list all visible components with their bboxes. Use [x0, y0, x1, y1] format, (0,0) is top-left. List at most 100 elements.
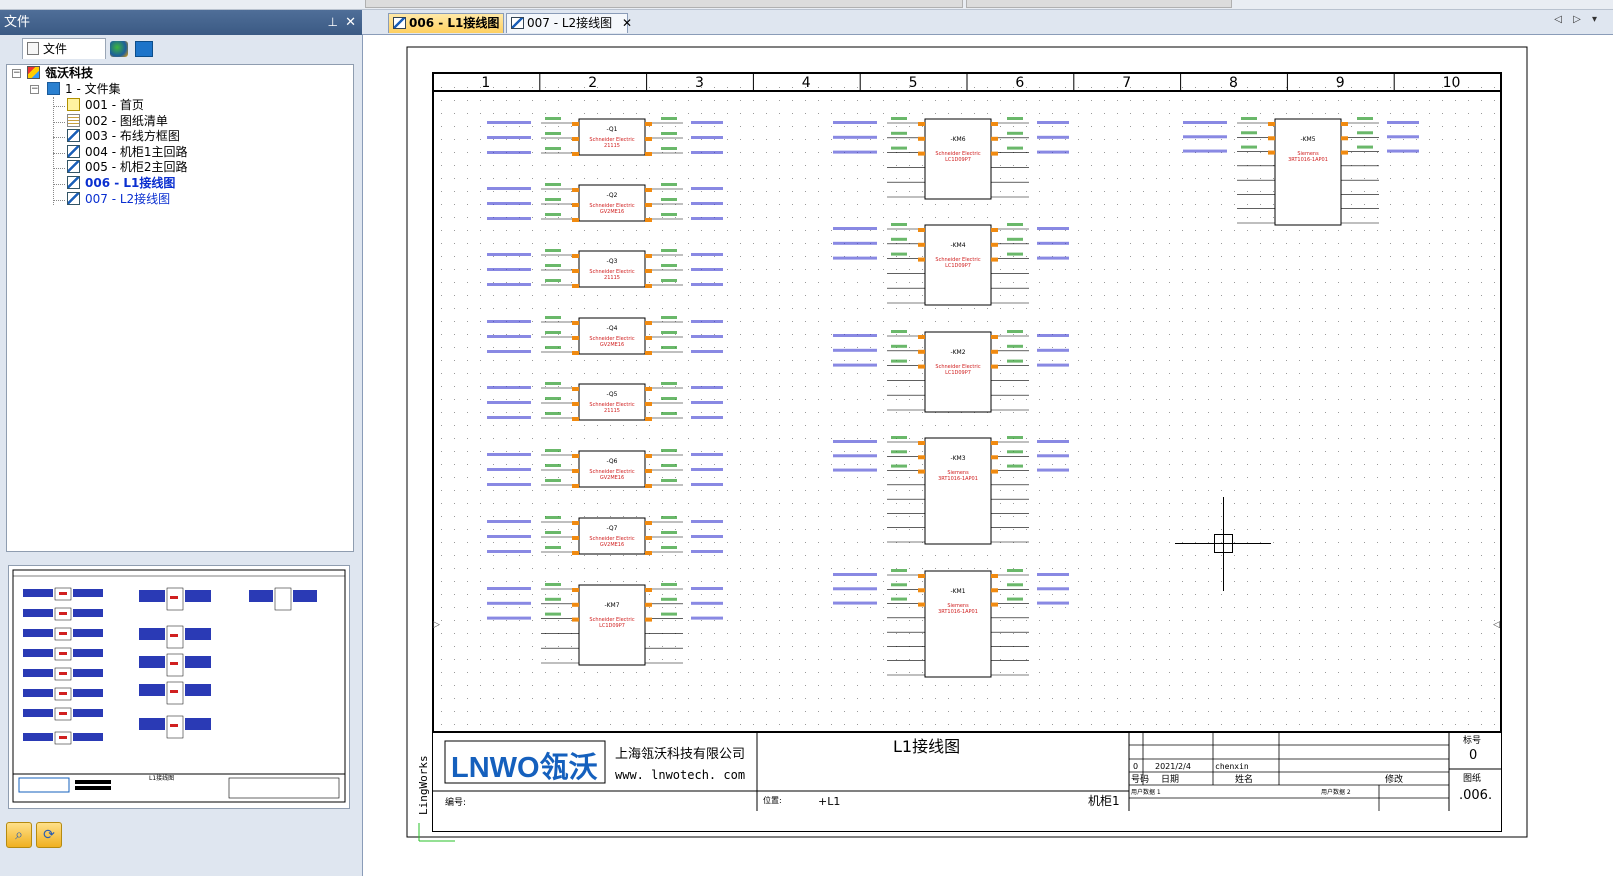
column-number: 9 [1336, 75, 1345, 91]
column-number: 1 [481, 75, 490, 91]
mark-label: 标号 [1463, 734, 1481, 746]
ribbon-button-insert[interactable] [365, 0, 963, 8]
refresh-icon: ⟳ [43, 827, 55, 843]
tree-collection-node[interactable]: 1 - 文件集 [47, 82, 121, 97]
schematic-sheet-icon [393, 17, 406, 29]
column-number: 2 [588, 75, 597, 91]
side-logo-text: LingWorks [417, 755, 430, 815]
component-tag: -Q1 [607, 126, 618, 133]
column-number: 5 [909, 75, 918, 91]
doc-tab-label: 006 - L1接线图 [409, 16, 500, 30]
tab-files-label: 文件 [43, 42, 68, 56]
sheet-value: .006. [1459, 788, 1492, 803]
rev-no: 0 [1133, 762, 1138, 771]
file-panel: 文件 ⊥ ✕ 文件 − 瓴沃科技 −1 - 文件集 001 - 首页 002 - 图纸清… [0, 10, 362, 876]
preview-drawing: L1接线图 [12, 569, 346, 803]
document-area: 006 - L1接线图 ✕ 007 - L2接线图 ✕ ◁ ▷ ▾ 1 2 3 4 5 6… [362, 10, 1613, 876]
tree-sheet-label: 005 - 机柜2主回路 [85, 160, 188, 175]
tree-sheet-item[interactable]: 005 - 机柜2主回路 [67, 160, 188, 175]
company-logo: LNWO瓴沃 [451, 750, 598, 784]
component-model: GV2ME16 [600, 342, 624, 348]
rev-header: 修改 [1385, 773, 1403, 785]
component-model: 21115 [604, 408, 620, 414]
component-tag: -Q4 [607, 325, 618, 332]
tree-root-node[interactable]: 瓴沃科技 [27, 66, 93, 81]
component-model: GV2ME16 [600, 475, 624, 481]
component-model: GV2ME16 [600, 542, 624, 548]
list-sheet-icon [67, 113, 80, 127]
component-model: 3RT1016-1AP01 [1288, 157, 1328, 163]
preview-zoom-button[interactable]: ⌕ [6, 822, 32, 848]
component-tag: -Q5 [607, 391, 618, 398]
component-model: LC1D09P7 [599, 623, 625, 629]
component-tag: -KM4 [950, 242, 965, 249]
user-data-2: 用户数据 2 [1321, 788, 1351, 796]
company-name: 上海瓴沃科技有限公司 [615, 747, 745, 762]
ribbon-remnant [0, 0, 1613, 10]
component-model: LC1D09P7 [945, 157, 971, 163]
panel-title: 文件 [4, 15, 31, 30]
doc-tab-007[interactable]: 007 - L2接线图 ✕ [506, 13, 632, 33]
schematic-sheet-icon [67, 191, 80, 205]
column-number: 7 [1122, 75, 1131, 91]
schematic-sheet-icon [511, 17, 524, 29]
tree-sheet-item[interactable]: 007 - L2接线图 [67, 191, 171, 207]
home-page-icon [67, 98, 80, 111]
tree-sheet-item[interactable]: 001 - 首页 [67, 98, 144, 113]
drawing-canvas[interactable]: 1 2 3 4 5 6 7 8 9 10 -Q1 Schneider Electric 21115 -Q… [362, 34, 1613, 876]
user-data-1: 用户数据 1 [1131, 788, 1161, 796]
document-tab-bar: 006 - L1接线图 ✕ 007 - L2接线图 ✕ ◁ ▷ ▾ [362, 10, 1613, 34]
rev-header: 姓名 [1235, 773, 1253, 785]
panel-title-bar: 文件 ⊥ ✕ [0, 10, 362, 35]
collapse-collection-icon[interactable]: − [30, 85, 39, 94]
doc-tab-006[interactable]: 006 - L1接线图 ✕ [388, 13, 520, 33]
column-number: 8 [1229, 75, 1238, 91]
tree-sheet-label: 003 - 布线方框图 [85, 129, 180, 144]
company-url: www. lnwotech. com [615, 768, 745, 782]
component-model: 21115 [604, 143, 620, 149]
component-model: LC1D09P7 [945, 263, 971, 269]
tree-root-label: 瓴沃科技 [45, 66, 94, 80]
component-tag: -Q2 [607, 192, 618, 199]
file-icon [27, 42, 39, 55]
schematic-sheet[interactable]: 1 2 3 4 5 6 7 8 9 10 -Q1Schneider Electric21115-Q… [363, 35, 1612, 875]
component-tag: -KM1 [950, 588, 965, 595]
tree-collection-label: 1 - 文件集 [65, 82, 121, 96]
component-tag: -KM5 [1300, 136, 1315, 143]
collapse-root-icon[interactable]: − [12, 69, 21, 78]
component-tag: -Q7 [607, 525, 618, 532]
rev-name: chenxin [1215, 762, 1249, 771]
close-icon[interactable]: ✕ [345, 10, 356, 35]
tab-files[interactable]: 文件 [22, 38, 106, 59]
panel-tabs: 文件 [0, 35, 362, 59]
pin-icon[interactable]: ⊥ [328, 10, 338, 35]
ribbon-button-change[interactable] [966, 0, 1232, 8]
component-model: GV2ME16 [600, 209, 624, 215]
tree-sheet-label: 006 - L1接线图 [85, 176, 176, 190]
rev-header: 日期 [1161, 774, 1179, 785]
component-tag: -KM7 [604, 602, 619, 609]
tab-components-icon[interactable] [110, 41, 128, 57]
component-model: 21115 [604, 275, 620, 281]
component-model: 3RT1016-1AP01 [938, 609, 978, 615]
tab-sheets-icon[interactable] [135, 41, 153, 57]
svg-text:◁: ◁ [1493, 620, 1500, 630]
component-tag: -Q3 [607, 258, 618, 265]
svg-text:▷: ▷ [433, 620, 440, 630]
preview-title: L1接线图 [149, 774, 174, 782]
sheet-preview: L1接线图 [8, 565, 350, 809]
cursor-pickbox [1214, 534, 1233, 553]
refresh-button[interactable]: ⟳ [36, 822, 62, 848]
project-tree[interactable]: − 瓴沃科技 −1 - 文件集 001 - 首页 002 - 图纸清单 003 - 布线方… [6, 64, 354, 552]
tree-sheet-label: 007 - L2接线图 [85, 191, 171, 206]
tree-sheet-label: 001 - 首页 [85, 98, 144, 112]
tree-sheet-item[interactable]: 002 - 图纸清单 [67, 113, 168, 129]
tab-scroll-arrows[interactable]: ◁ ▷ ▾ [1554, 14, 1601, 25]
tree-sheet-item[interactable]: 003 - 布线方框图 [67, 129, 180, 144]
schematic-sheet-icon [67, 129, 80, 143]
tree-sheet-item[interactable]: 006 - L1接线图 [67, 176, 175, 191]
tree-sheet-item[interactable]: 004 - 机柜1主回路 [67, 144, 188, 160]
number-label: 编号: [445, 796, 466, 808]
close-tab-icon[interactable]: ✕ [622, 14, 632, 32]
mark-value: 0 [1469, 748, 1477, 763]
